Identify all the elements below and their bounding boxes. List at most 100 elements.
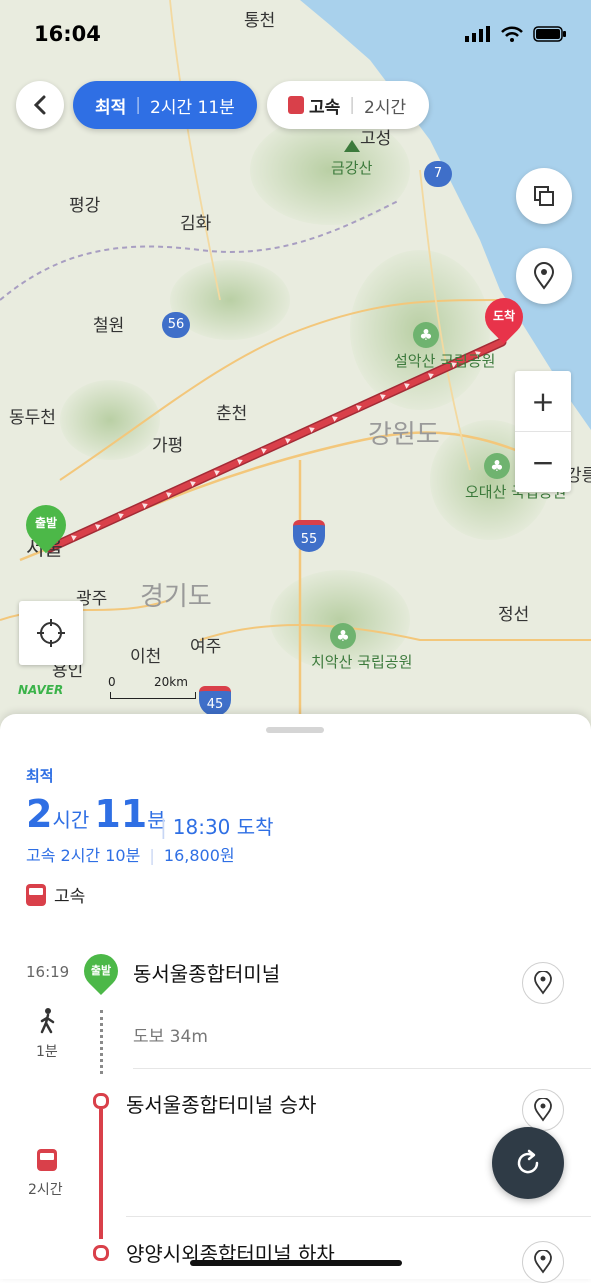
end-marker[interactable]: 도착 bbox=[477, 290, 531, 344]
sub-mode-text: 고속 2시간 10분 bbox=[26, 846, 141, 865]
scale-bar bbox=[110, 692, 196, 699]
tab-express[interactable]: 고속 | 2시간 bbox=[267, 81, 429, 129]
status-bar: 16:04 bbox=[0, 20, 591, 52]
bus-icon bbox=[37, 1149, 57, 1171]
route-arrow bbox=[380, 392, 388, 400]
transport-mode-label: 고속 bbox=[54, 887, 86, 907]
bus-line bbox=[99, 1109, 103, 1239]
step-title[interactable]: 동서울종합터미널 bbox=[133, 958, 280, 987]
route-arrow bbox=[213, 468, 221, 476]
map-label-yeoju: 여주 bbox=[190, 637, 222, 657]
current-location-button[interactable] bbox=[19, 601, 83, 665]
refresh-button[interactable] bbox=[492, 1127, 564, 1199]
tab-optimal[interactable]: 최적 | 2시간 11분 bbox=[73, 81, 257, 129]
map-label-icheon: 이천 bbox=[130, 647, 162, 667]
alight-node bbox=[93, 1245, 109, 1261]
scale-distance: 20km bbox=[154, 675, 188, 689]
zoom-control: + − bbox=[515, 371, 571, 492]
step-time: 16:19 bbox=[26, 963, 70, 981]
sheet-handle[interactable] bbox=[266, 727, 324, 733]
route-arrow bbox=[356, 403, 364, 411]
route-arrow bbox=[261, 446, 269, 455]
zoom-out-button[interactable]: − bbox=[515, 432, 571, 492]
duration-minutes: 11 bbox=[94, 792, 148, 836]
route-arrow bbox=[118, 511, 126, 520]
divider bbox=[126, 1216, 591, 1217]
highway-shield: 7 bbox=[424, 161, 452, 187]
route-arrow bbox=[142, 500, 150, 509]
transport-mode: 고속 bbox=[26, 882, 85, 907]
park-label: 설악산 국립공원 bbox=[394, 352, 496, 370]
step-location-button[interactable] bbox=[522, 1089, 564, 1131]
scale-zero: 0 bbox=[108, 675, 116, 689]
layers-icon bbox=[534, 186, 554, 206]
naver-logo: NAVER bbox=[18, 683, 64, 697]
mountain-icon bbox=[344, 140, 360, 152]
step-title[interactable]: 동서울종합터미널 승차 bbox=[126, 1089, 316, 1118]
layers-button[interactable] bbox=[516, 168, 572, 224]
end-marker-label: 도착 bbox=[492, 309, 516, 323]
pin-outline-icon bbox=[534, 1250, 552, 1274]
zoom-in-button[interactable]: + bbox=[515, 371, 571, 432]
signal-icon bbox=[465, 26, 490, 42]
tab-separator: | bbox=[135, 95, 142, 115]
route-arrow bbox=[427, 370, 435, 379]
walk-duration: 1분 bbox=[36, 1044, 58, 1060]
chevron-left-icon bbox=[33, 95, 46, 115]
highway-shield: 56 bbox=[162, 312, 190, 338]
pin-outline-icon bbox=[533, 262, 555, 290]
step-start-marker: 출발 bbox=[76, 946, 126, 996]
map-region-gyeonggi: 경기도 bbox=[140, 582, 212, 612]
map-label-pyeonggang: 평강 bbox=[69, 196, 101, 216]
wifi-icon bbox=[501, 26, 523, 42]
route-arrow bbox=[165, 490, 173, 498]
pin-outline-icon bbox=[534, 971, 552, 995]
route-tag: 최적 bbox=[26, 767, 54, 785]
bus-duration: 2시간 bbox=[28, 1182, 63, 1198]
crosshair-icon bbox=[37, 619, 65, 647]
route-arrow bbox=[332, 414, 340, 422]
sub-summary: 고속 2시간 10분 | 16,800원 bbox=[26, 846, 235, 865]
tree-icon: ♣ bbox=[413, 322, 439, 348]
tab-optimal-duration: 2시간 11분 bbox=[150, 97, 235, 118]
route-detail-sheet[interactable]: 최적 2시간 11분 | 18:30 도착 고속 2시간 10분 | 16,800… bbox=[0, 714, 591, 1283]
map-label-jeongseon: 정선 bbox=[498, 605, 530, 625]
map-label-gimhwa: 김화 bbox=[180, 214, 212, 234]
tree-icon: ♣ bbox=[484, 453, 510, 479]
route-arrow bbox=[237, 457, 245, 466]
location-pin-button[interactable] bbox=[516, 248, 572, 304]
step-location-button[interactable] bbox=[522, 962, 564, 1004]
divider bbox=[133, 1068, 591, 1069]
map-label-dongducheon: 동두천 bbox=[9, 408, 56, 428]
tab-optimal-label: 최적 bbox=[95, 97, 127, 118]
tab-express-duration: 2시간 bbox=[364, 97, 407, 118]
park-label: 치악산 국립공원 bbox=[311, 653, 413, 671]
walk-line bbox=[100, 1010, 103, 1074]
bus-icon bbox=[288, 96, 304, 114]
highway-shield: 55 bbox=[293, 520, 325, 552]
map-label-gapyeong: 가평 bbox=[152, 436, 184, 456]
map-view[interactable]: 통천 고성 금강산 평강 김화 철원 동두천 춘천 가평 서울 광주 이천 여주… bbox=[0, 0, 591, 730]
route-arrow bbox=[284, 435, 292, 444]
battery-icon bbox=[533, 26, 566, 42]
map-label-cheorwon: 철원 bbox=[93, 316, 125, 336]
arrival-text: 18:30 도착 bbox=[172, 815, 274, 839]
refresh-icon bbox=[517, 1149, 539, 1174]
back-button[interactable] bbox=[16, 81, 64, 129]
route-arrow bbox=[70, 533, 78, 541]
duration-hours: 2 bbox=[26, 792, 53, 836]
walk-text: 도보 34m bbox=[133, 1027, 208, 1047]
board-node bbox=[93, 1093, 109, 1109]
route-arrow bbox=[94, 522, 102, 531]
tree-icon: ♣ bbox=[330, 623, 356, 649]
step-location-button[interactable] bbox=[522, 1241, 564, 1283]
start-marker-label: 출발 bbox=[34, 516, 58, 530]
walk-icon bbox=[40, 1008, 55, 1034]
route-arrow bbox=[403, 381, 411, 390]
duration-hours-unit: 시간 bbox=[52, 808, 90, 832]
map-label-geumgangsan: 금강산 bbox=[331, 159, 373, 177]
fare-text: 16,800원 bbox=[163, 846, 235, 865]
start-marker[interactable]: 출발 bbox=[17, 496, 75, 554]
map-region-gangwon: 강원도 bbox=[368, 420, 440, 450]
tab-separator: | bbox=[349, 95, 356, 115]
